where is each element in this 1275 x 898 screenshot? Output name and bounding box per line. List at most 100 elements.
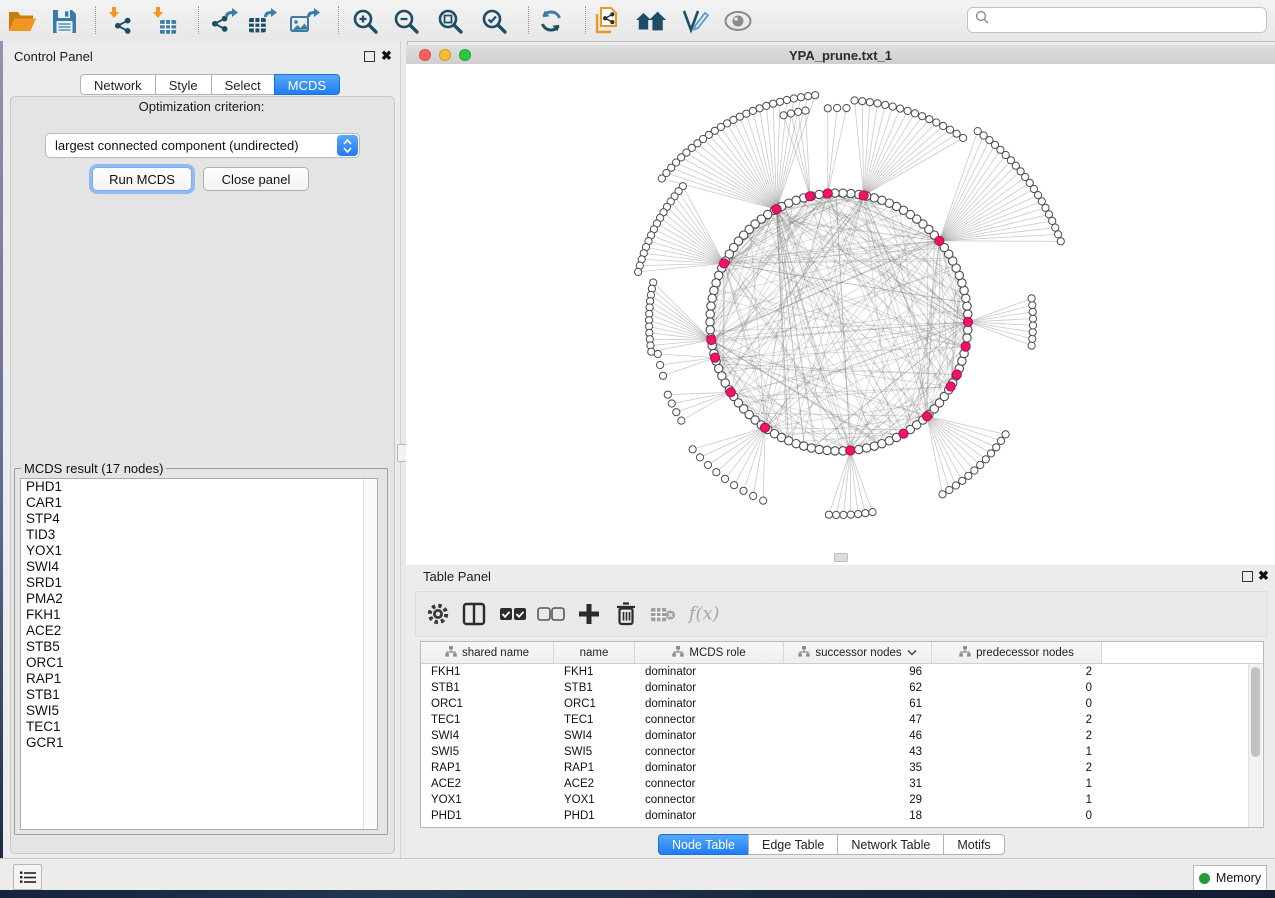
cell-shared_name[interactable]: SWI4 xyxy=(421,730,554,742)
zoom-in-icon[interactable] xyxy=(349,5,381,37)
cell-name[interactable]: ACE2 xyxy=(554,778,635,790)
tab-network[interactable]: Network xyxy=(80,74,155,95)
cell-mcds_role[interactable]: connector xyxy=(635,714,784,726)
zoom-fit-icon[interactable] xyxy=(434,5,466,37)
table-row-ACE2[interactable]: ACE2ACE2connector311 xyxy=(421,776,1263,792)
cell-shared_name[interactable]: TEC1 xyxy=(421,714,554,726)
mcds-result-list[interactable]: PHD1CAR1STP4TID3YOX1SWI4SRD1PMA2FKH1ACE2… xyxy=(20,478,378,830)
cell-successor_nodes[interactable]: 43 xyxy=(784,746,932,758)
cell-mcds_role[interactable]: dominator xyxy=(635,730,784,742)
cell-successor_nodes[interactable]: 47 xyxy=(784,714,932,726)
table-row-RAP1[interactable]: RAP1RAP1dominator352 xyxy=(421,760,1263,776)
table-row-FKH1[interactable]: FKH1FKH1dominator962 xyxy=(421,664,1263,680)
import-table-icon[interactable] xyxy=(150,5,182,37)
cell-name[interactable]: STB1 xyxy=(554,682,635,694)
tab-select[interactable]: Select xyxy=(211,74,274,95)
cell-mcds_role[interactable]: dominator xyxy=(635,682,784,694)
cell-name[interactable]: YOX1 xyxy=(554,794,635,806)
cell-name[interactable]: PHD1 xyxy=(554,810,635,822)
refresh-icon[interactable] xyxy=(535,5,567,37)
cell-successor_nodes[interactable]: 18 xyxy=(784,810,932,822)
export-table-icon[interactable] xyxy=(247,5,279,37)
mcds-result-item[interactable]: PMA2 xyxy=(21,591,377,607)
cell-successor_nodes[interactable]: 62 xyxy=(784,682,932,694)
cell-name[interactable]: SWI5 xyxy=(554,746,635,758)
cell-shared_name[interactable]: FKH1 xyxy=(421,666,554,678)
run-mcds-button[interactable]: Run MCDS xyxy=(92,167,192,191)
cell-predecessor_nodes[interactable]: 2 xyxy=(932,762,1102,774)
open-file-icon[interactable] xyxy=(6,5,38,37)
network-window-titlebar[interactable]: YPA_prune.txt_1 xyxy=(406,45,1275,65)
mcds-result-item[interactable]: STB1 xyxy=(21,687,377,703)
mcds-result-item[interactable]: FKH1 xyxy=(21,607,377,623)
close-panel-button[interactable]: Close panel xyxy=(203,167,309,191)
table-row-YOX1[interactable]: YOX1YOX1connector291 xyxy=(421,792,1263,808)
first-neighbors-icon[interactable] xyxy=(635,5,667,37)
cell-name[interactable]: RAP1 xyxy=(554,762,635,774)
cell-predecessor_nodes[interactable]: 0 xyxy=(932,698,1102,710)
cell-name[interactable]: FKH1 xyxy=(554,666,635,678)
mcds-result-item[interactable]: GCR1 xyxy=(21,735,377,751)
cell-name[interactable]: TEC1 xyxy=(554,714,635,726)
table-row-SWI5[interactable]: SWI5SWI5connector431 xyxy=(421,744,1263,760)
cell-shared_name[interactable]: ACE2 xyxy=(421,778,554,790)
table-row-PHD1[interactable]: PHD1PHD1dominator180 xyxy=(421,808,1263,824)
minimize-window-icon[interactable] xyxy=(439,49,451,61)
optimization-criterion-select[interactable]: largest connected component (undirected) xyxy=(45,133,360,158)
cell-successor_nodes[interactable]: 29 xyxy=(784,794,932,806)
toggle-graphics-details-icon[interactable] xyxy=(722,5,754,37)
mcds-result-item[interactable]: TEC1 xyxy=(21,719,377,735)
cell-predecessor_nodes[interactable]: 1 xyxy=(932,746,1102,758)
cell-successor_nodes[interactable]: 35 xyxy=(784,762,932,774)
cell-shared_name[interactable]: SWI5 xyxy=(421,746,554,758)
cell-successor_nodes[interactable]: 61 xyxy=(784,698,932,710)
cell-name[interactable]: SWI4 xyxy=(554,730,635,742)
tab-mcds[interactable]: MCDS xyxy=(274,74,340,95)
table-row-ORC1[interactable]: ORC1ORC1dominator610 xyxy=(421,696,1263,712)
mcds-result-item[interactable]: SWI5 xyxy=(21,703,377,719)
tab-node-table[interactable]: Node Table xyxy=(658,834,748,855)
mcds-result-item[interactable]: PHD1 xyxy=(21,479,377,495)
horizontal-splitter-handle[interactable] xyxy=(834,553,848,562)
cell-predecessor_nodes[interactable]: 1 xyxy=(932,794,1102,806)
cell-mcds_role[interactable]: connector xyxy=(635,778,784,790)
column-header-name[interactable]: name xyxy=(554,642,635,663)
cell-predecessor_nodes[interactable]: 0 xyxy=(932,810,1102,822)
mcds-result-item[interactable]: ORC1 xyxy=(21,655,377,671)
network-canvas[interactable] xyxy=(406,64,1275,565)
mcds-result-item[interactable]: CAR1 xyxy=(21,495,377,511)
cell-shared_name[interactable]: STB1 xyxy=(421,682,554,694)
float-panel-icon[interactable] xyxy=(364,51,375,62)
cell-mcds_role[interactable]: dominator xyxy=(635,666,784,678)
table-scrollbar-thumb[interactable] xyxy=(1251,667,1260,757)
export-image-icon[interactable] xyxy=(289,5,321,37)
mcds-result-item[interactable]: RAP1 xyxy=(21,671,377,687)
annotation-mode-icon[interactable] xyxy=(679,5,711,37)
mcds-result-item[interactable]: SRD1 xyxy=(21,575,377,591)
tab-style[interactable]: Style xyxy=(155,74,211,95)
deselect-all-icon[interactable] xyxy=(535,598,567,630)
mcds-result-item[interactable]: YOX1 xyxy=(21,543,377,559)
float-table-panel-icon[interactable] xyxy=(1242,571,1253,582)
column-header-mcds_role[interactable]: MCDS role xyxy=(635,642,784,663)
cell-predecessor_nodes[interactable]: 2 xyxy=(932,666,1102,678)
cell-name[interactable]: ORC1 xyxy=(554,698,635,710)
save-session-icon[interactable] xyxy=(48,5,80,37)
cell-predecessor_nodes[interactable]: 2 xyxy=(932,714,1102,726)
cell-predecessor_nodes[interactable]: 2 xyxy=(932,730,1102,742)
zoom-selected-icon[interactable] xyxy=(478,5,510,37)
search-input[interactable] xyxy=(995,12,1266,29)
cell-successor_nodes[interactable]: 46 xyxy=(784,730,932,742)
clone-network-icon[interactable] xyxy=(591,5,623,37)
mcds-result-item[interactable]: TID3 xyxy=(21,527,377,543)
mcds-result-item[interactable]: STB5 xyxy=(21,639,377,655)
cell-shared_name[interactable]: PHD1 xyxy=(421,810,554,822)
table-row-TEC1[interactable]: TEC1TEC1connector472 xyxy=(421,712,1263,728)
column-header-predecessor_nodes[interactable]: predecessor nodes xyxy=(932,642,1102,663)
tab-edge-table[interactable]: Edge Table xyxy=(748,834,837,855)
mcds-result-item[interactable]: SWI4 xyxy=(21,559,377,575)
delete-column-icon[interactable] xyxy=(610,598,642,630)
cell-shared_name[interactable]: YOX1 xyxy=(421,794,554,806)
task-history-button[interactable] xyxy=(13,864,42,890)
cell-predecessor_nodes[interactable]: 0 xyxy=(932,682,1102,694)
